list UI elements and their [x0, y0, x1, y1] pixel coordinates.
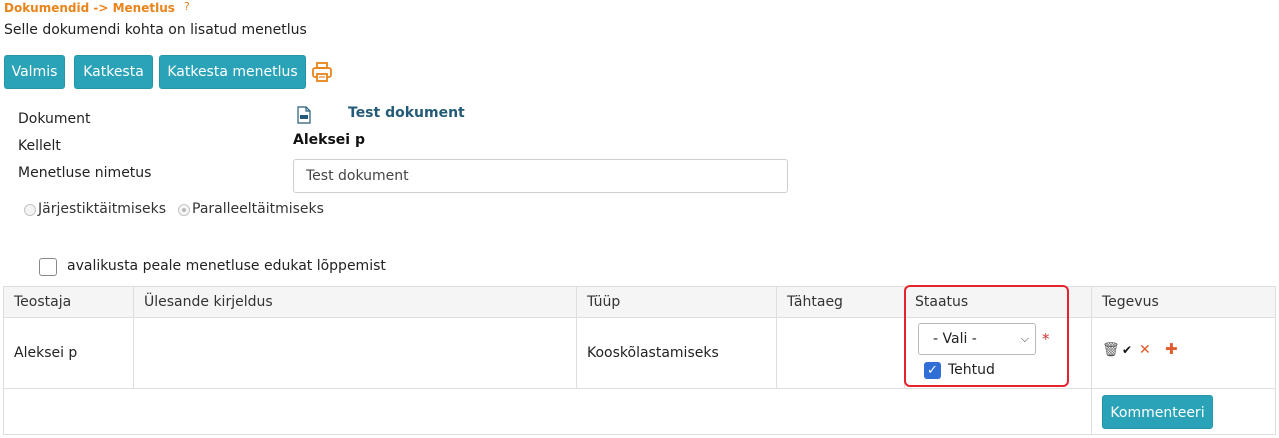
done-button[interactable]: Valmis [4, 55, 65, 89]
required-mark: * [1042, 330, 1050, 348]
sequential-radio[interactable] [24, 204, 36, 216]
printer-icon[interactable] [311, 61, 333, 83]
from-label: Kellelt [18, 138, 61, 154]
done-checkbox[interactable]: ✓ [924, 362, 941, 379]
publish-label[interactable]: avalikusta peale menetluse edukat lõppem… [67, 258, 386, 274]
comment-button[interactable]: Kommenteeri [1102, 394, 1213, 429]
header-status: Staatus [904, 286, 1092, 318]
header-executor: Teostaja [3, 286, 134, 318]
document-file-icon[interactable] [297, 106, 311, 124]
check-icon[interactable]: ✔ [1122, 343, 1132, 357]
description-cell [133, 317, 577, 389]
header-description: Ülesande kirjeldus [133, 286, 577, 318]
proceeding-name-label: Menetluse nimetus [18, 165, 152, 181]
page-subtitle: Selle dokumendi kohta on lisatud menetlu… [4, 22, 307, 38]
publish-checkbox[interactable] [39, 258, 57, 276]
document-link[interactable]: Test dokument [348, 105, 465, 121]
table-row: Aleksei p Kooskõlastamiseks - Vali - ⌵ *… [3, 317, 1276, 389]
status-select-value: - Vali - [933, 331, 977, 347]
actions-cell: 🗑 ✔ ✕ ✚ [1091, 317, 1276, 389]
from-value: Aleksei p [293, 132, 365, 148]
parallel-radio[interactable] [178, 204, 190, 216]
header-actions: Tegevus [1091, 286, 1276, 318]
breadcrumb[interactable]: Dokumendid -> Menetlus ? [4, 0, 190, 15]
status-select[interactable]: - Vali - ⌵ [918, 323, 1036, 355]
cancel-proceeding-button[interactable]: Katkesta menetlus [159, 55, 306, 89]
breadcrumb-text[interactable]: Dokumendid -> Menetlus [4, 1, 175, 15]
status-cell: - Vali - ⌵ * ✓ Tehtud [904, 317, 1092, 389]
parallel-label[interactable]: Paralleeltäitmiseks [192, 201, 324, 217]
document-label: Dokument [18, 111, 91, 127]
done-label[interactable]: Tehtud [948, 362, 995, 378]
header-deadline: Tähtaeg [776, 286, 905, 318]
close-icon[interactable]: ✕ [1139, 343, 1151, 357]
proceeding-name-input[interactable] [293, 159, 788, 193]
sequential-label[interactable]: Järjestiktäitmiseks [38, 201, 166, 217]
table-footer-row: Kommenteeri [3, 388, 1276, 435]
chevron-down-icon: ⌵ [1020, 332, 1029, 345]
deadline-cell [776, 317, 905, 389]
cancel-button[interactable]: Katkesta [74, 55, 153, 89]
table-header-row: Teostaja Ülesande kirjeldus Tüüp Tähtaeg… [3, 286, 1276, 318]
footer-spacer [3, 388, 1092, 435]
tasks-table: Teostaja Ülesande kirjeldus Tüüp Tähtaeg… [3, 286, 1276, 435]
header-type: Tüüp [576, 286, 777, 318]
plus-icon[interactable]: ✚ [1165, 342, 1178, 357]
row-actions: 🗑 ✔ ✕ ✚ [1102, 342, 1265, 363]
executor-cell: Aleksei p [3, 317, 134, 389]
footer-actions-cell: Kommenteeri [1091, 388, 1276, 435]
trash-icon[interactable]: 🗑 [1102, 343, 1120, 357]
type-cell: Kooskõlastamiseks [576, 317, 777, 389]
help-icon[interactable]: ? [184, 0, 190, 13]
